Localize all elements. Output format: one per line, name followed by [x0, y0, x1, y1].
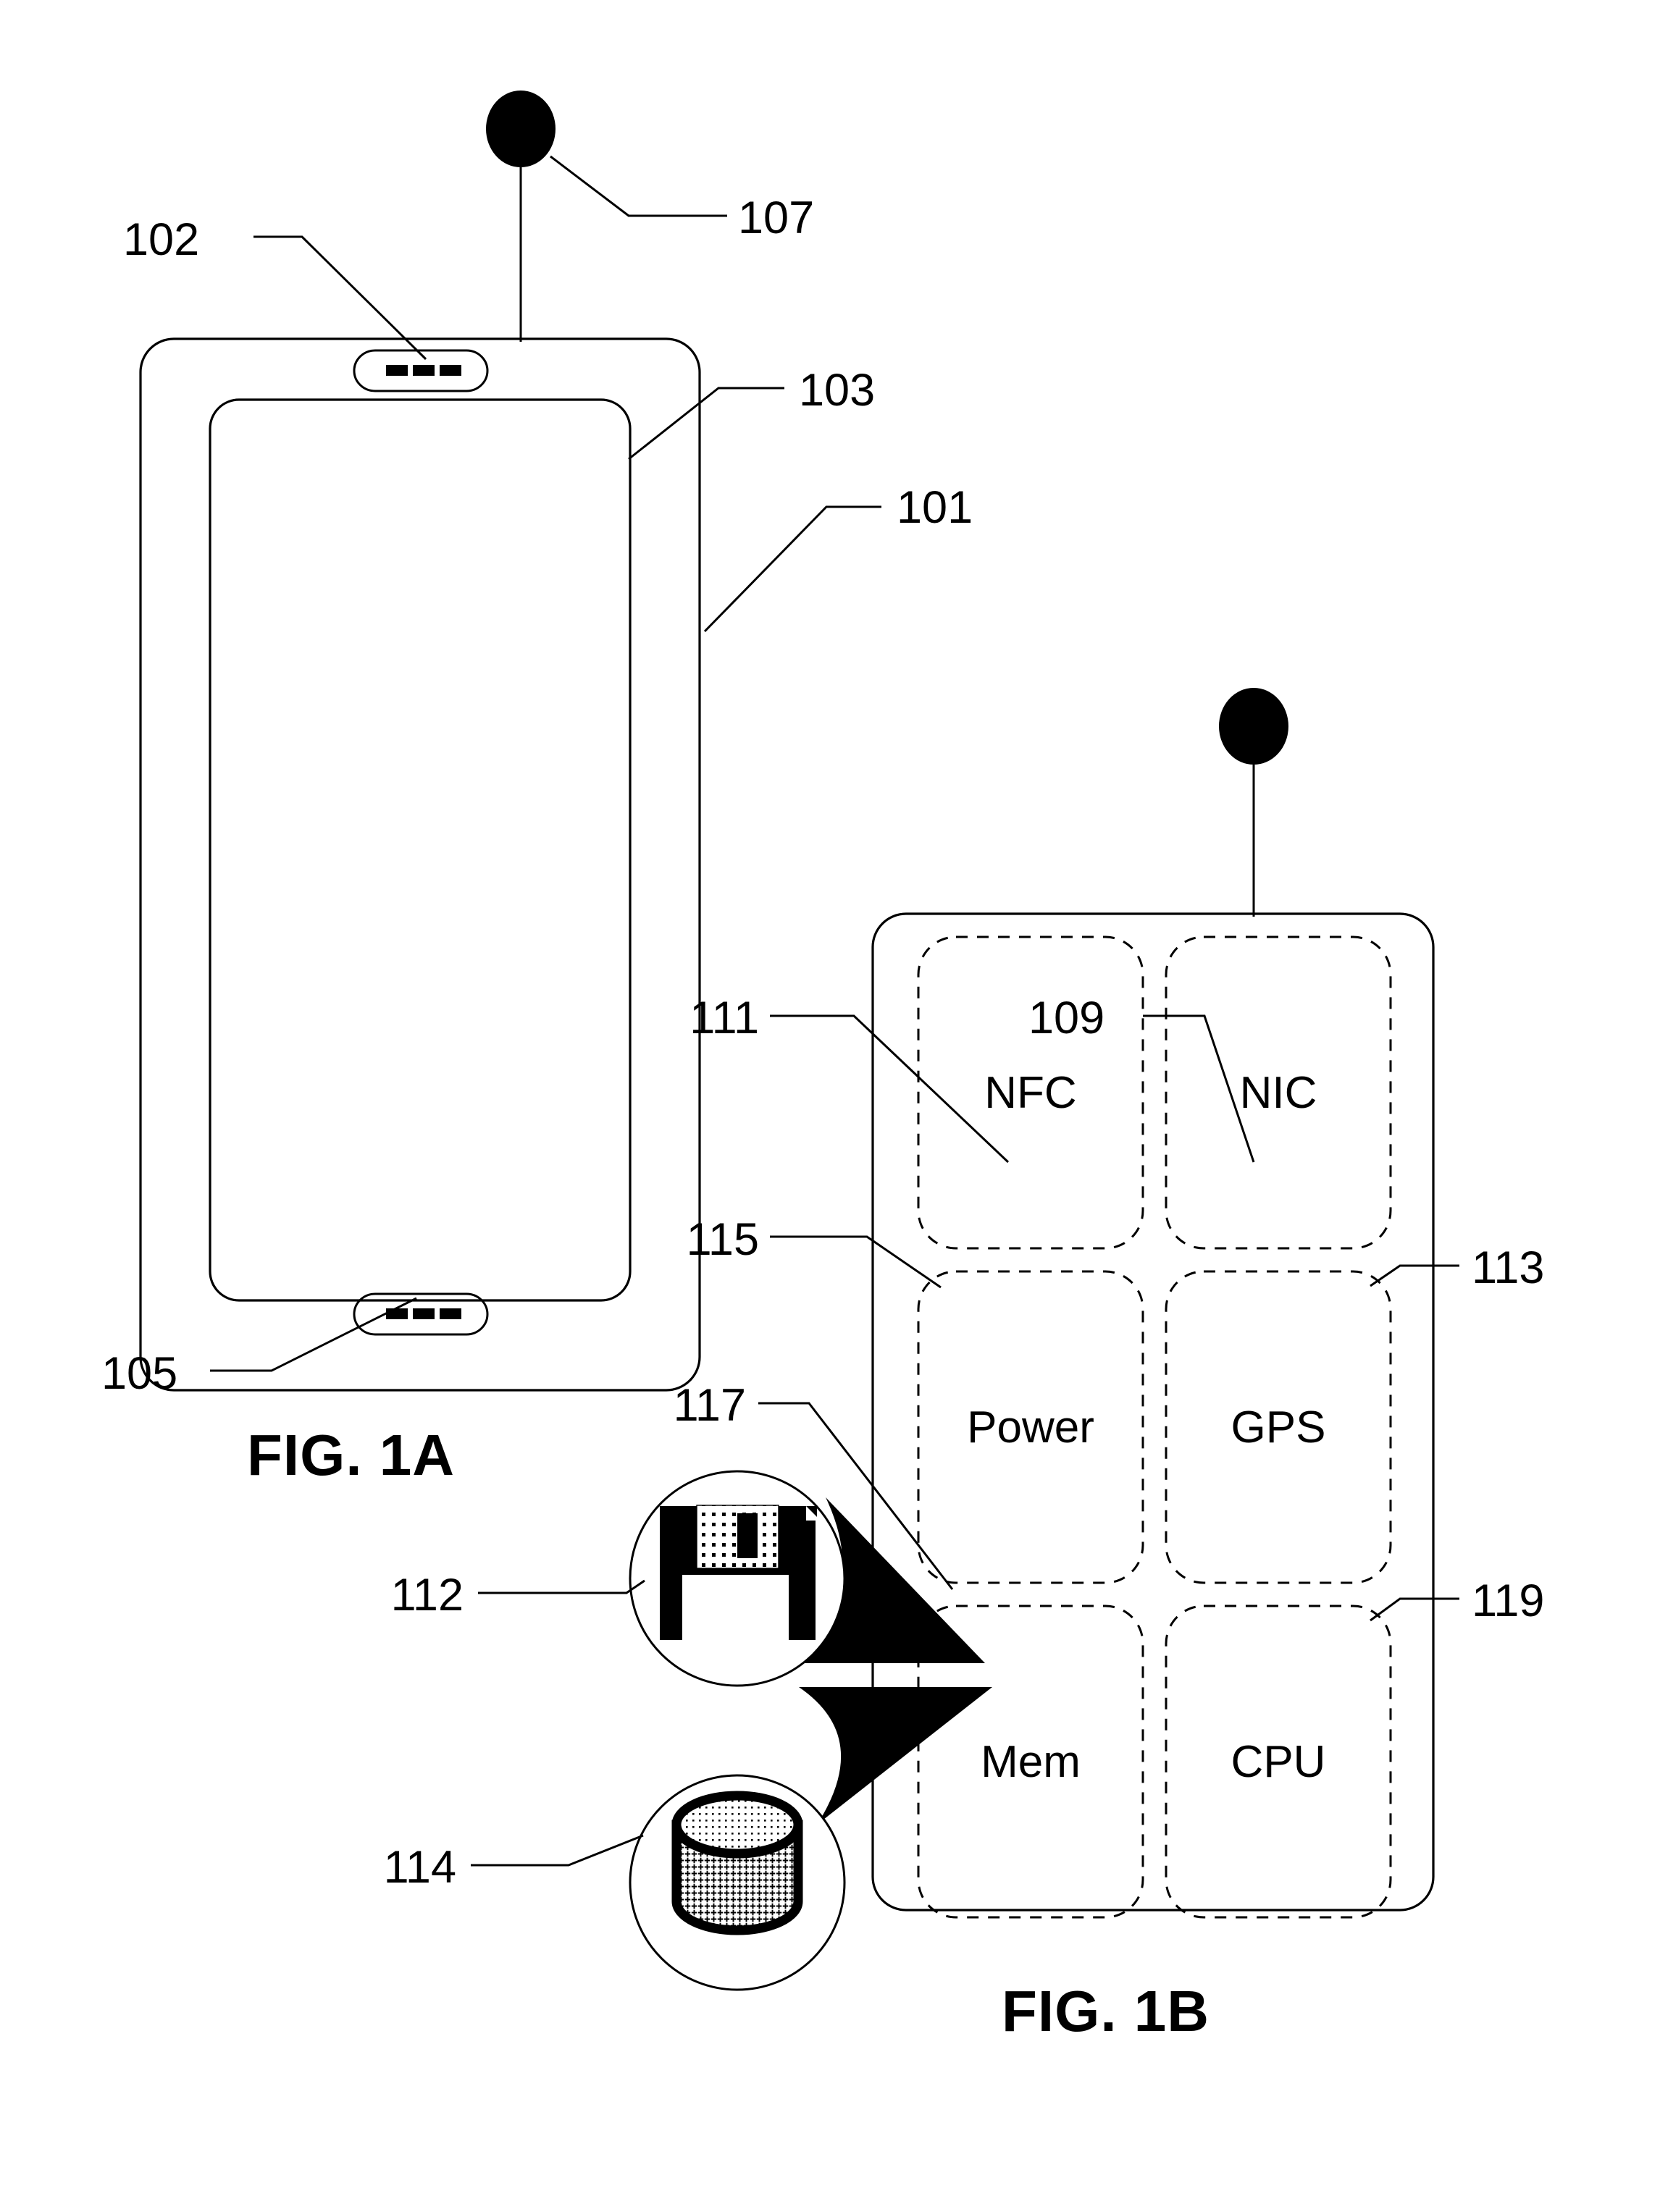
- ref-numeral-112: 112: [391, 1570, 464, 1620]
- block-label-power: Power: [967, 1403, 1094, 1452]
- ref-numeral-102: 102: [123, 214, 199, 265]
- bottom-grille-dash: [386, 1308, 408, 1319]
- device-body-outline: [139, 337, 701, 1392]
- fig1b-antenna-node-icon: [1219, 688, 1288, 765]
- leader-113: [1370, 1264, 1459, 1287]
- block-label-cpu: CPU: [1231, 1737, 1326, 1787]
- block-label-nfc: NFC: [984, 1068, 1076, 1118]
- ref-numeral-117: 117: [674, 1380, 746, 1431]
- top-grille-dash: [386, 365, 408, 376]
- leader-115: [770, 1235, 942, 1289]
- fig1b-title: FIG. 1B: [1002, 1979, 1210, 2043]
- leader-107: [550, 155, 727, 217]
- ref-numeral-103: 103: [799, 365, 875, 416]
- leader-109: [1143, 1014, 1255, 1163]
- top-grille-dash: [440, 365, 461, 376]
- ref-numeral-115: 115: [687, 1214, 759, 1265]
- ref-numeral-114: 114: [384, 1842, 456, 1893]
- floppy-disk-icon: [660, 1505, 817, 1641]
- block-label-nic: NIC: [1240, 1068, 1317, 1118]
- leader-114: [471, 1834, 644, 1867]
- leader-101: [703, 505, 881, 633]
- fig1b-panel: NFC NIC Power GPS Mem CPU 111 109 115 11…: [384, 688, 1544, 2043]
- fig1a-panel: 107 102 103 101 105 FIG. 1A: [101, 91, 973, 1487]
- bottom-grille-dash: [440, 1308, 461, 1319]
- antenna-node-icon: [486, 91, 556, 167]
- ref-numeral-105: 105: [101, 1348, 177, 1399]
- database-cylinder-icon: [671, 1791, 803, 1935]
- figure-canvas: 107 102 103 101 105 FIG. 1A NFC NIC Powe…: [101, 91, 1544, 2043]
- ref-numeral-109: 109: [1028, 993, 1104, 1043]
- leader-119: [1370, 1597, 1459, 1622]
- leader-102: [253, 235, 427, 361]
- ref-numeral-113: 113: [1472, 1242, 1544, 1293]
- fig1b-device-frame: [871, 912, 1435, 1912]
- display-screen-outline: [209, 398, 632, 1302]
- block-label-mem: Mem: [981, 1737, 1081, 1787]
- leader-103: [628, 387, 784, 461]
- ref-numeral-111: 111: [689, 993, 759, 1043]
- callout-wedge-lower: [799, 1687, 992, 1825]
- ref-numeral-107: 107: [738, 193, 814, 243]
- fig1a-title: FIG. 1A: [247, 1423, 455, 1487]
- ref-numeral-101: 101: [897, 482, 973, 533]
- block-label-gps: GPS: [1231, 1403, 1326, 1452]
- top-grille-dash: [413, 365, 435, 376]
- ref-numeral-119: 119: [1472, 1576, 1544, 1626]
- bottom-grille-dash: [413, 1308, 435, 1319]
- patent-figure-sheet: 107 102 103 101 105 FIG. 1A NFC NIC Powe…: [0, 0, 1660, 2212]
- leader-112: [478, 1579, 645, 1594]
- leader-111: [770, 1014, 1010, 1164]
